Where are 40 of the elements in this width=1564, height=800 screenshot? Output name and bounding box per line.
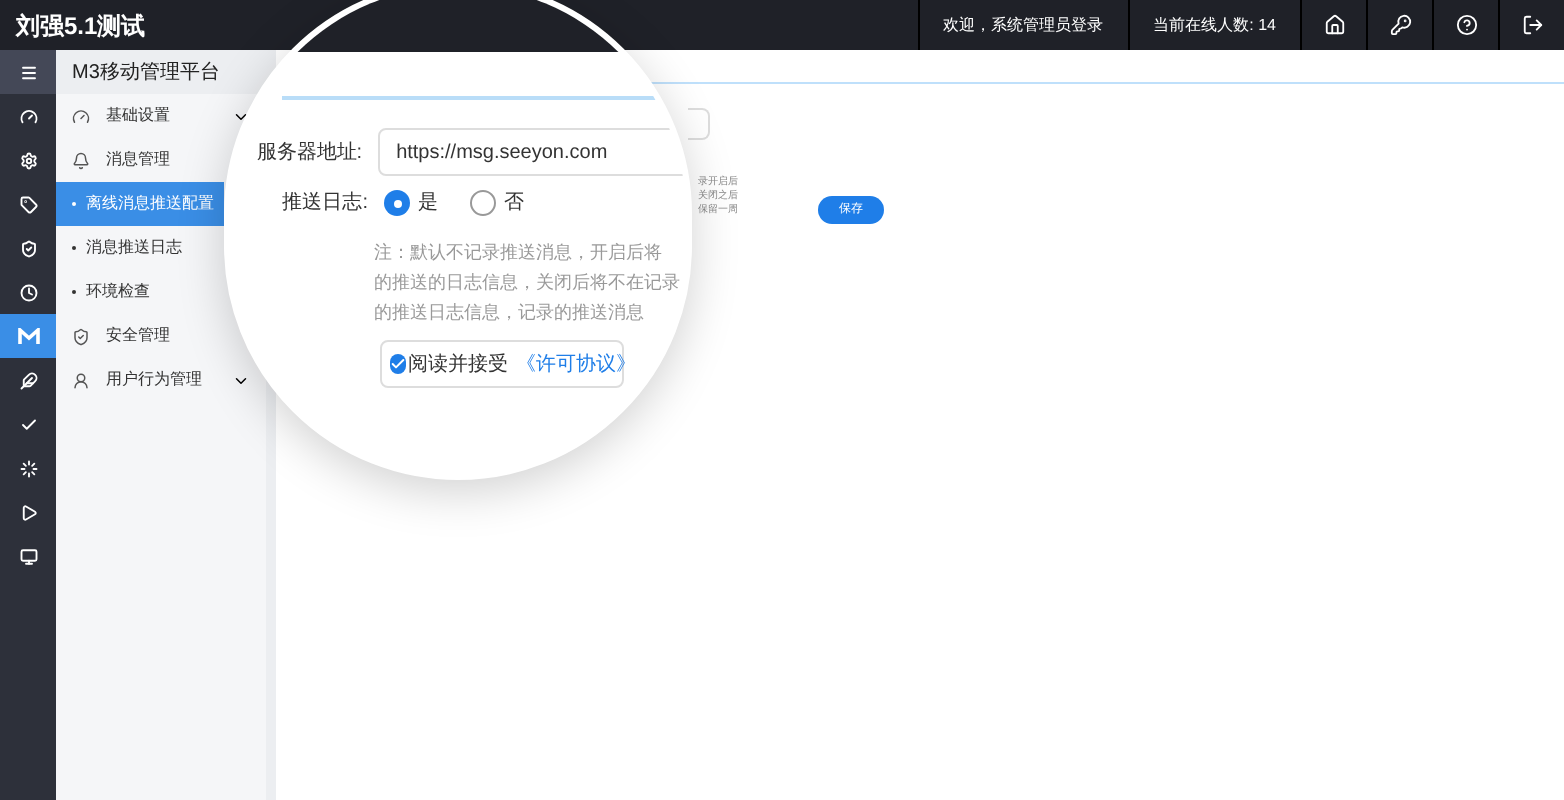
help-icon [1455,14,1477,36]
key-icon [1389,14,1411,36]
clock-icon [19,283,37,301]
bell-icon [72,151,90,169]
server-field[interactable]: https://msg.seeyon.com [378,128,686,176]
agree-text: 阅读并接受 [408,351,508,379]
server-label: 服务器地址: [254,139,363,167]
m-icon [17,327,39,345]
welcome-text: 欢迎，系统管理员登录 [917,0,1128,50]
checkbox[interactable] [390,354,406,374]
license-link[interactable]: 《许可协议》 [516,349,636,379]
user-icon [72,371,90,389]
sidebar-subitem[interactable]: 消息推送日志 [56,226,224,270]
note-text: 的推送日志信息，记录的推送消息 [374,300,646,326]
sidebar-subitem[interactable]: 环境检查 [56,270,224,314]
menu-icon [19,63,37,81]
logout-icon [1521,14,1543,36]
sidebar-item[interactable]: 用户行为管理 [56,358,220,402]
note-text: 的推送的日志信息，关闭后将不在记录 [374,270,682,296]
online-count: 当前在线人数: 14 [1127,0,1300,50]
radio-option[interactable]: 是 [384,188,438,218]
play-icon [19,503,37,521]
check-icon [19,415,37,433]
tag-icon [19,195,37,213]
sidebar-item[interactable]: 安全管理 [56,314,220,358]
app-title: 刘强5.1测试 [13,9,148,43]
gear-icon [19,151,37,169]
note-text: 注：默认不记录推送消息，开启后将 [374,240,664,266]
gauge-icon [19,107,37,125]
radio-option[interactable]: 否 [470,188,524,218]
sidebar-item[interactable]: 基础设置 [56,94,220,138]
sidebar-title: M3移动管理平台 [56,50,266,94]
home-icon [1323,14,1345,36]
log-label: 推送日志: [280,189,368,218]
gauge-icon [72,107,90,125]
monitor-icon [19,547,37,565]
sidebar-item[interactable]: 消息管理 [56,138,220,182]
shield-icon [72,327,90,345]
shield-icon [19,239,37,257]
input-field[interactable] [688,108,710,140]
